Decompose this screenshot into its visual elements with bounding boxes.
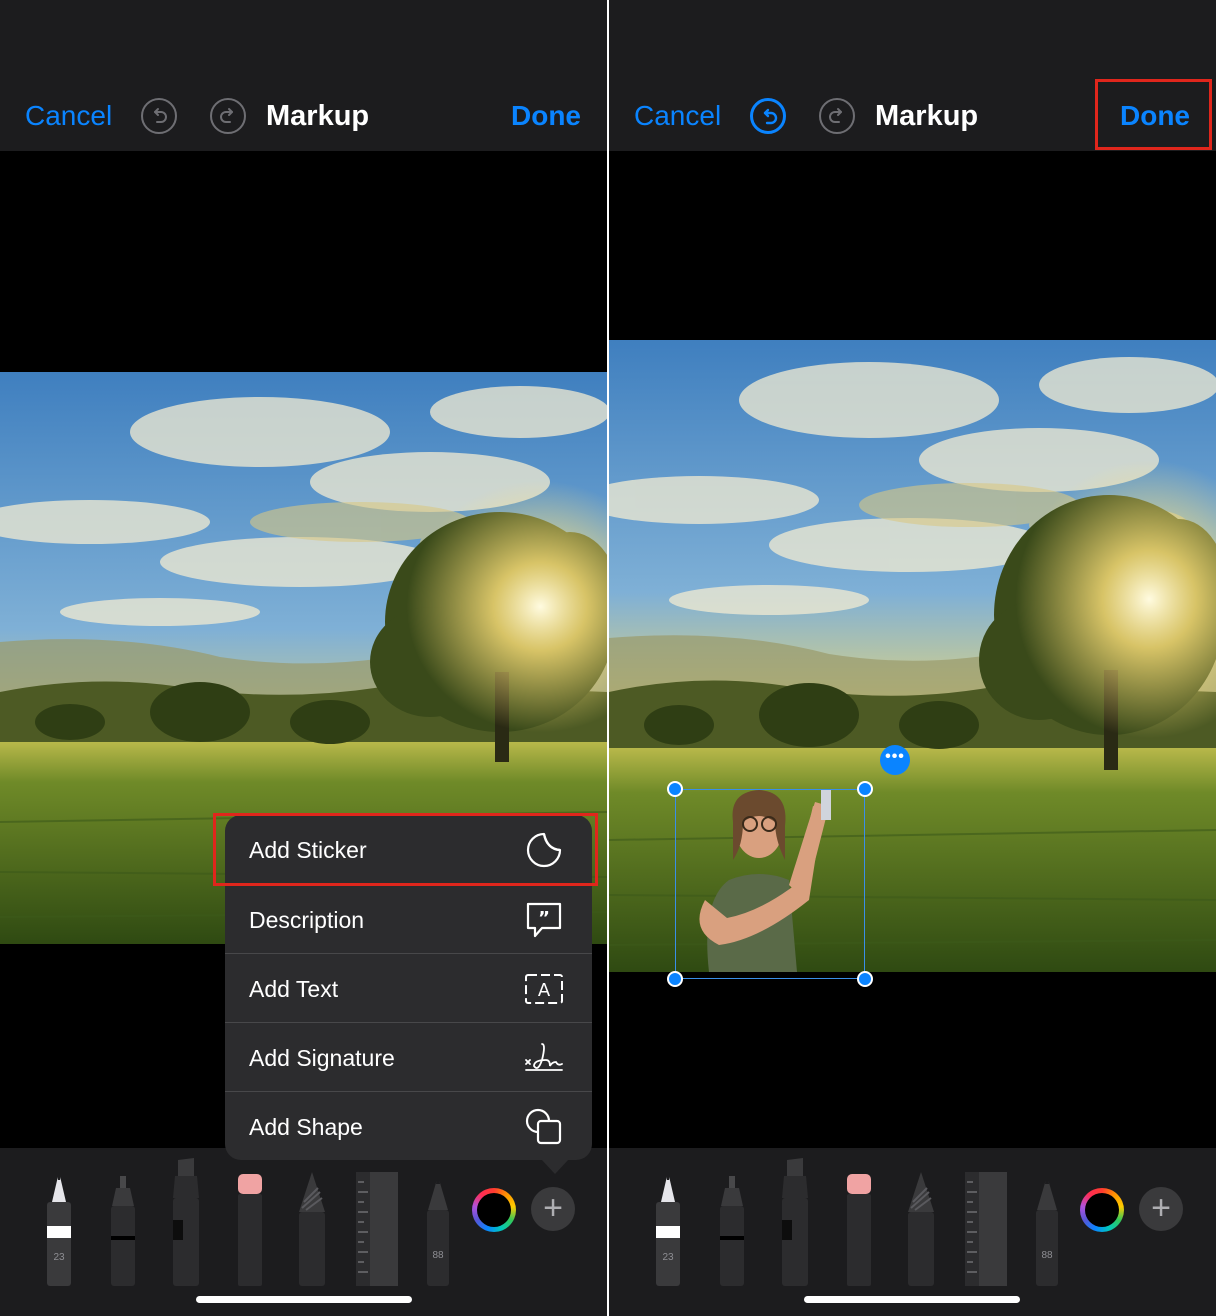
pen-size-label: 23 <box>53 1252 65 1263</box>
resize-handle-bottom-left[interactable] <box>667 971 683 987</box>
ruler-tool[interactable] <box>356 1172 398 1286</box>
shapes-icon <box>525 1108 562 1145</box>
done-button[interactable]: Done <box>511 96 581 136</box>
quote-bubble-icon: ” <box>526 902 562 938</box>
menu-item-add-shape[interactable]: Add Shape <box>225 1091 592 1160</box>
undo-icon <box>154 108 167 123</box>
ruler-tool[interactable] <box>965 1172 1007 1286</box>
pencil-size-label: 88 <box>1041 1250 1053 1261</box>
pen-size-label: 23 <box>662 1252 674 1263</box>
resize-handle-top-right[interactable] <box>857 781 873 797</box>
pen-tool[interactable] <box>655 1168 681 1286</box>
pencil-tool[interactable] <box>1035 1176 1059 1286</box>
navigation-bar: Cancel Markup Done <box>0 0 607 151</box>
menu-item-add-text[interactable]: Add Text A <box>225 953 592 1022</box>
eraser-tool[interactable] <box>846 1174 872 1286</box>
svg-text:A: A <box>538 980 551 1001</box>
color-picker-icon[interactable] <box>1080 1188 1124 1232</box>
pencil-tool[interactable] <box>426 1176 450 1286</box>
cancel-button[interactable]: Cancel <box>25 96 112 136</box>
highlighter-tool[interactable] <box>781 1158 809 1286</box>
color-picker-icon[interactable] <box>472 1188 516 1232</box>
undo-icon <box>763 108 778 125</box>
text-box-icon: A <box>525 974 563 1004</box>
menu-item-add-signature[interactable]: Add Signature <box>225 1022 592 1091</box>
eraser-tool[interactable] <box>237 1174 263 1286</box>
menu-item-label: Description <box>249 907 365 933</box>
redo-button[interactable] <box>210 98 246 134</box>
redo-icon <box>829 108 842 123</box>
page-title: Markup <box>266 100 370 132</box>
sticker-selection-box[interactable] <box>675 789 865 979</box>
add-button[interactable]: + <box>1139 1187 1183 1231</box>
right-screen: Cancel Markup Done ••• 23 88 + <box>609 0 1216 1316</box>
home-indicator <box>196 1296 412 1303</box>
redo-icon <box>220 108 233 123</box>
menu-item-label: Add Shape <box>249 1114 363 1140</box>
undo-button[interactable] <box>141 98 177 134</box>
lasso-tool[interactable] <box>298 1172 326 1286</box>
svg-text:”: ” <box>538 908 550 929</box>
resize-handle-top-left[interactable] <box>667 781 683 797</box>
pencil-size-label: 88 <box>432 1250 444 1261</box>
add-button[interactable]: + <box>531 1187 575 1231</box>
more-options-button[interactable]: ••• <box>880 745 910 775</box>
redo-button[interactable] <box>819 98 855 134</box>
page-title: Markup <box>875 100 979 132</box>
undo-button[interactable] <box>750 98 786 134</box>
add-sticker-highlight <box>213 813 598 886</box>
home-indicator <box>804 1296 1020 1303</box>
highlighter-tool[interactable] <box>172 1158 200 1286</box>
marker-tool[interactable] <box>719 1176 745 1286</box>
cancel-button[interactable]: Cancel <box>634 96 721 136</box>
lasso-tool[interactable] <box>907 1172 935 1286</box>
done-highlight <box>1095 79 1212 150</box>
menu-item-description[interactable]: Description ” <box>225 884 592 953</box>
signature-icon <box>525 1043 563 1071</box>
resize-handle-bottom-right[interactable] <box>857 971 873 987</box>
pen-tool[interactable] <box>46 1168 72 1286</box>
left-screen: Cancel Markup Done 23 88 + Add Sticker D… <box>0 0 607 1316</box>
menu-item-label: Add Signature <box>249 1045 395 1071</box>
markup-toolbar: 23 88 <box>609 1148 1216 1316</box>
menu-item-label: Add Text <box>249 976 339 1002</box>
markup-toolbar: 23 88 <box>0 1148 607 1316</box>
marker-tool[interactable] <box>110 1176 136 1286</box>
